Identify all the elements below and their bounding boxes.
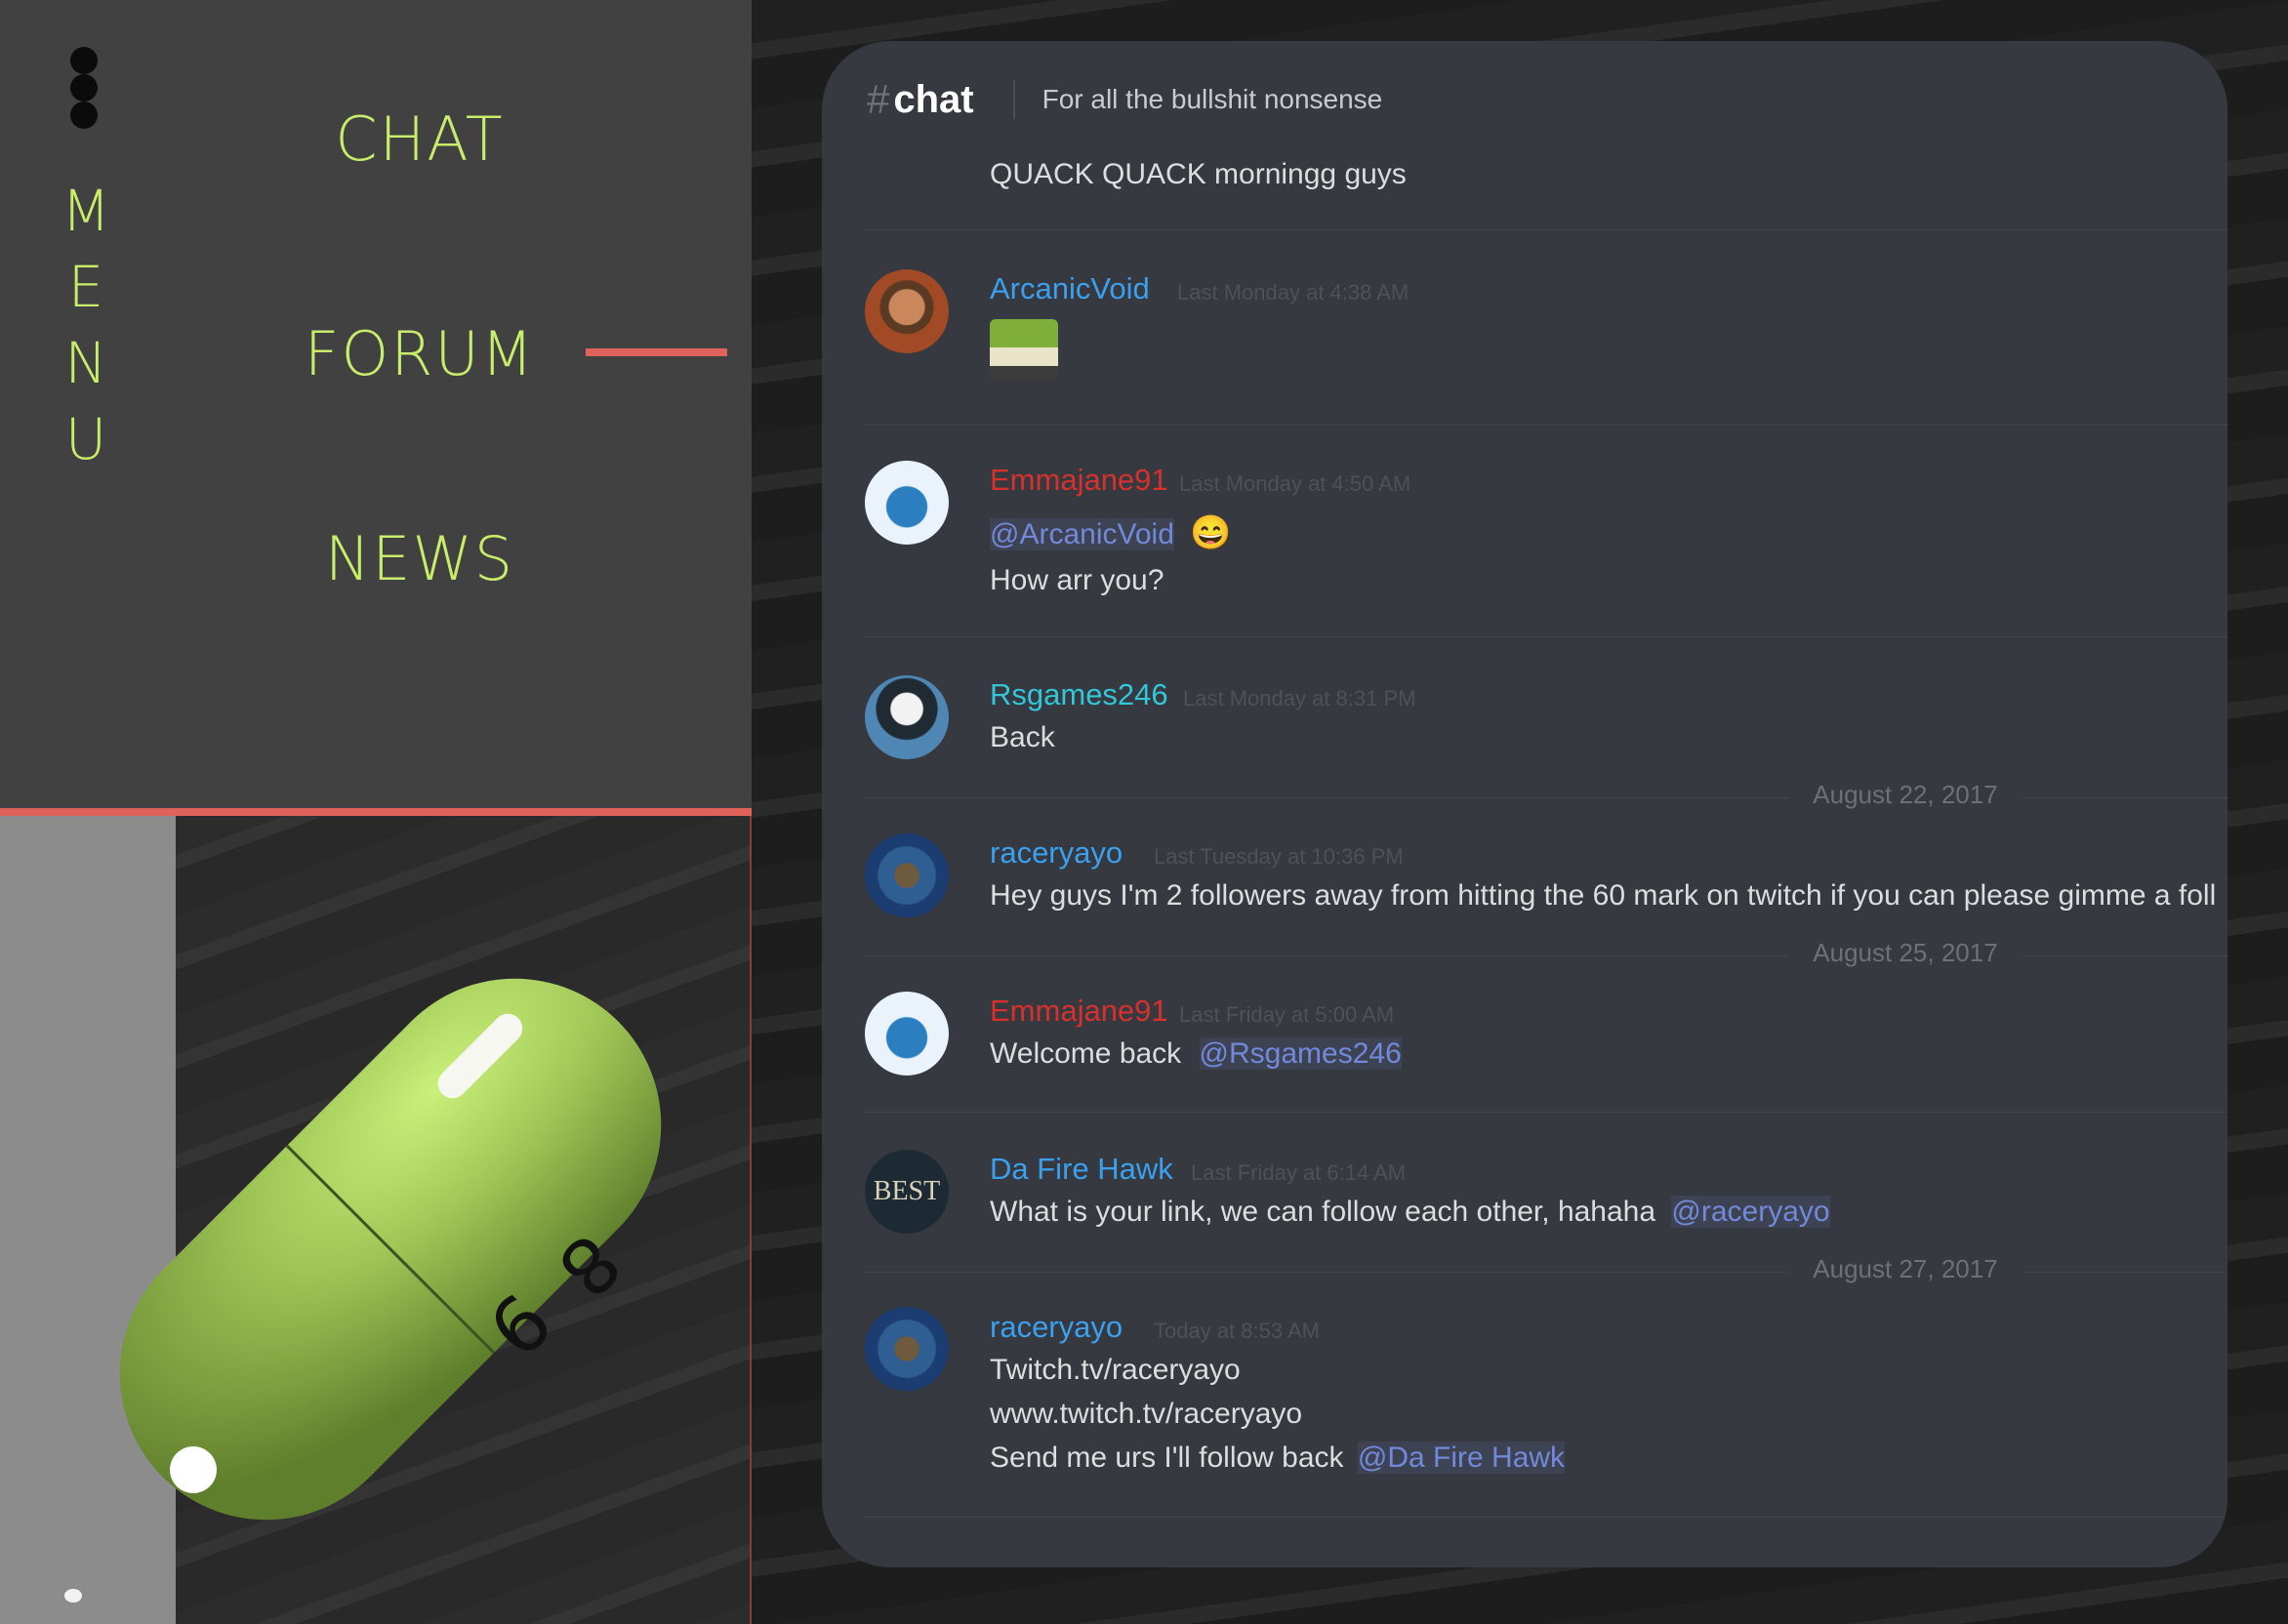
avatar[interactable]: BEST <box>865 1150 949 1234</box>
message-text: Welcome back <box>990 1037 1182 1070</box>
message-text: www.twitch.tv/raceryayo <box>990 1398 1303 1430</box>
attached-image[interactable] <box>990 319 1058 382</box>
menu-panel: M E N U CHAT FORUM NEWS <box>0 0 752 810</box>
avatar[interactable] <box>865 1307 949 1391</box>
menu-divider <box>0 808 752 816</box>
menu-dot-icon[interactable] <box>70 102 98 129</box>
message-text: QUACK QUACK morningg guys <box>990 158 1407 190</box>
date-label: August 25, 2017 <box>1788 938 2022 968</box>
date-divider: August 25, 2017 <box>865 938 2227 968</box>
avatar[interactable] <box>865 461 949 545</box>
message-timestamp: Last Friday at 5:00 AM <box>1179 1002 1395 1027</box>
avatar[interactable] <box>865 992 949 1076</box>
menu-letter-n: N <box>64 330 107 396</box>
avatar[interactable] <box>865 675 949 759</box>
message-timestamp: Last Monday at 4:38 AM <box>1177 280 1410 304</box>
user-mention[interactable]: @Rsgames246 <box>1199 1037 1402 1070</box>
nav-link-forum[interactable]: FORUM <box>225 318 615 389</box>
channel-name[interactable]: chat <box>893 78 973 122</box>
pill-logo: 8 9 9 8 <box>119 978 662 1521</box>
message-line: Send me urs I'll follow back @Da Fire Ha… <box>990 1441 1566 1475</box>
message-line: @ArcanicVoid 😄 <box>990 513 1232 552</box>
message-timestamp: Last Monday at 4:50 AM <box>1179 471 1411 496</box>
message-username[interactable]: ArcanicVoid <box>990 271 1150 306</box>
pill-dot <box>170 1446 217 1493</box>
message-text: Twitch.tv/raceryayo <box>990 1354 1241 1386</box>
date-divider: August 27, 2017 <box>865 1254 2227 1284</box>
message-line: What is your link, we can follow each ot… <box>990 1196 1830 1229</box>
message-text: What is your link, we can follow each ot… <box>990 1196 1656 1228</box>
message-text: Back <box>990 721 1055 753</box>
message-text: How arr you? <box>990 564 1164 596</box>
chat-header: # chat For all the bullshit nonsense <box>822 41 2227 158</box>
header-divider <box>1012 80 1015 119</box>
message-divider <box>865 1112 2227 1113</box>
nav-active-indicator <box>586 348 727 356</box>
message-divider <box>865 229 2227 230</box>
user-mention[interactable]: @Da Fire Hawk <box>1357 1441 1566 1474</box>
small-dot-icon <box>64 1589 82 1603</box>
menu-letter-e: E <box>67 254 104 320</box>
message-line: Welcome back @Rsgames246 <box>990 1037 1402 1071</box>
message-timestamp: Last Monday at 8:31 PM <box>1183 686 1416 710</box>
avatar[interactable] <box>865 833 949 917</box>
user-mention[interactable]: @ArcanicVoid <box>990 518 1174 550</box>
chat-window: # chat For all the bullshit nonsense QUA… <box>822 41 2227 1567</box>
message-divider <box>865 636 2227 637</box>
date-label: August 22, 2017 <box>1788 780 2022 810</box>
message-username[interactable]: Emmajane91 <box>990 463 1168 498</box>
menu-letter-m: M <box>61 178 111 244</box>
message-username[interactable]: Rsgames246 <box>990 677 1168 712</box>
grin-emoji-icon: 😄 <box>1190 514 1232 551</box>
avatar[interactable] <box>865 269 949 353</box>
message-text: Send me urs I'll follow back <box>990 1441 1344 1474</box>
channel-topic: For all the bullshit nonsense <box>1042 84 1383 114</box>
message-username[interactable]: Da Fire Hawk <box>990 1152 1173 1187</box>
message-divider <box>865 1517 2227 1518</box>
message-username[interactable]: raceryayo <box>990 1310 1123 1345</box>
message-text: Hey guys I'm 2 followers away from hitti… <box>990 879 2217 912</box>
message-username[interactable]: Emmajane91 <box>990 994 1168 1029</box>
avatar-label: BEST <box>873 1176 941 1206</box>
menu-dot-icon[interactable] <box>70 47 98 74</box>
user-mention[interactable]: @raceryayo <box>1671 1196 1830 1228</box>
nav-link-news[interactable]: NEWS <box>225 523 615 594</box>
menu-letter-u: U <box>64 406 107 472</box>
menu-dot-icon[interactable] <box>70 74 98 102</box>
message-timestamp: Last Tuesday at 10:36 PM <box>1154 844 1404 869</box>
date-label: August 27, 2017 <box>1788 1254 2022 1284</box>
message-timestamp: Last Friday at 6:14 AM <box>1191 1160 1407 1185</box>
nav-link-chat[interactable]: CHAT <box>225 103 615 175</box>
message-timestamp: Today at 8:53 AM <box>1154 1319 1320 1343</box>
message-username[interactable]: raceryayo <box>990 835 1123 871</box>
message-divider <box>865 425 2227 426</box>
hash-icon: # <box>867 76 890 122</box>
date-divider: August 22, 2017 <box>865 780 2227 810</box>
